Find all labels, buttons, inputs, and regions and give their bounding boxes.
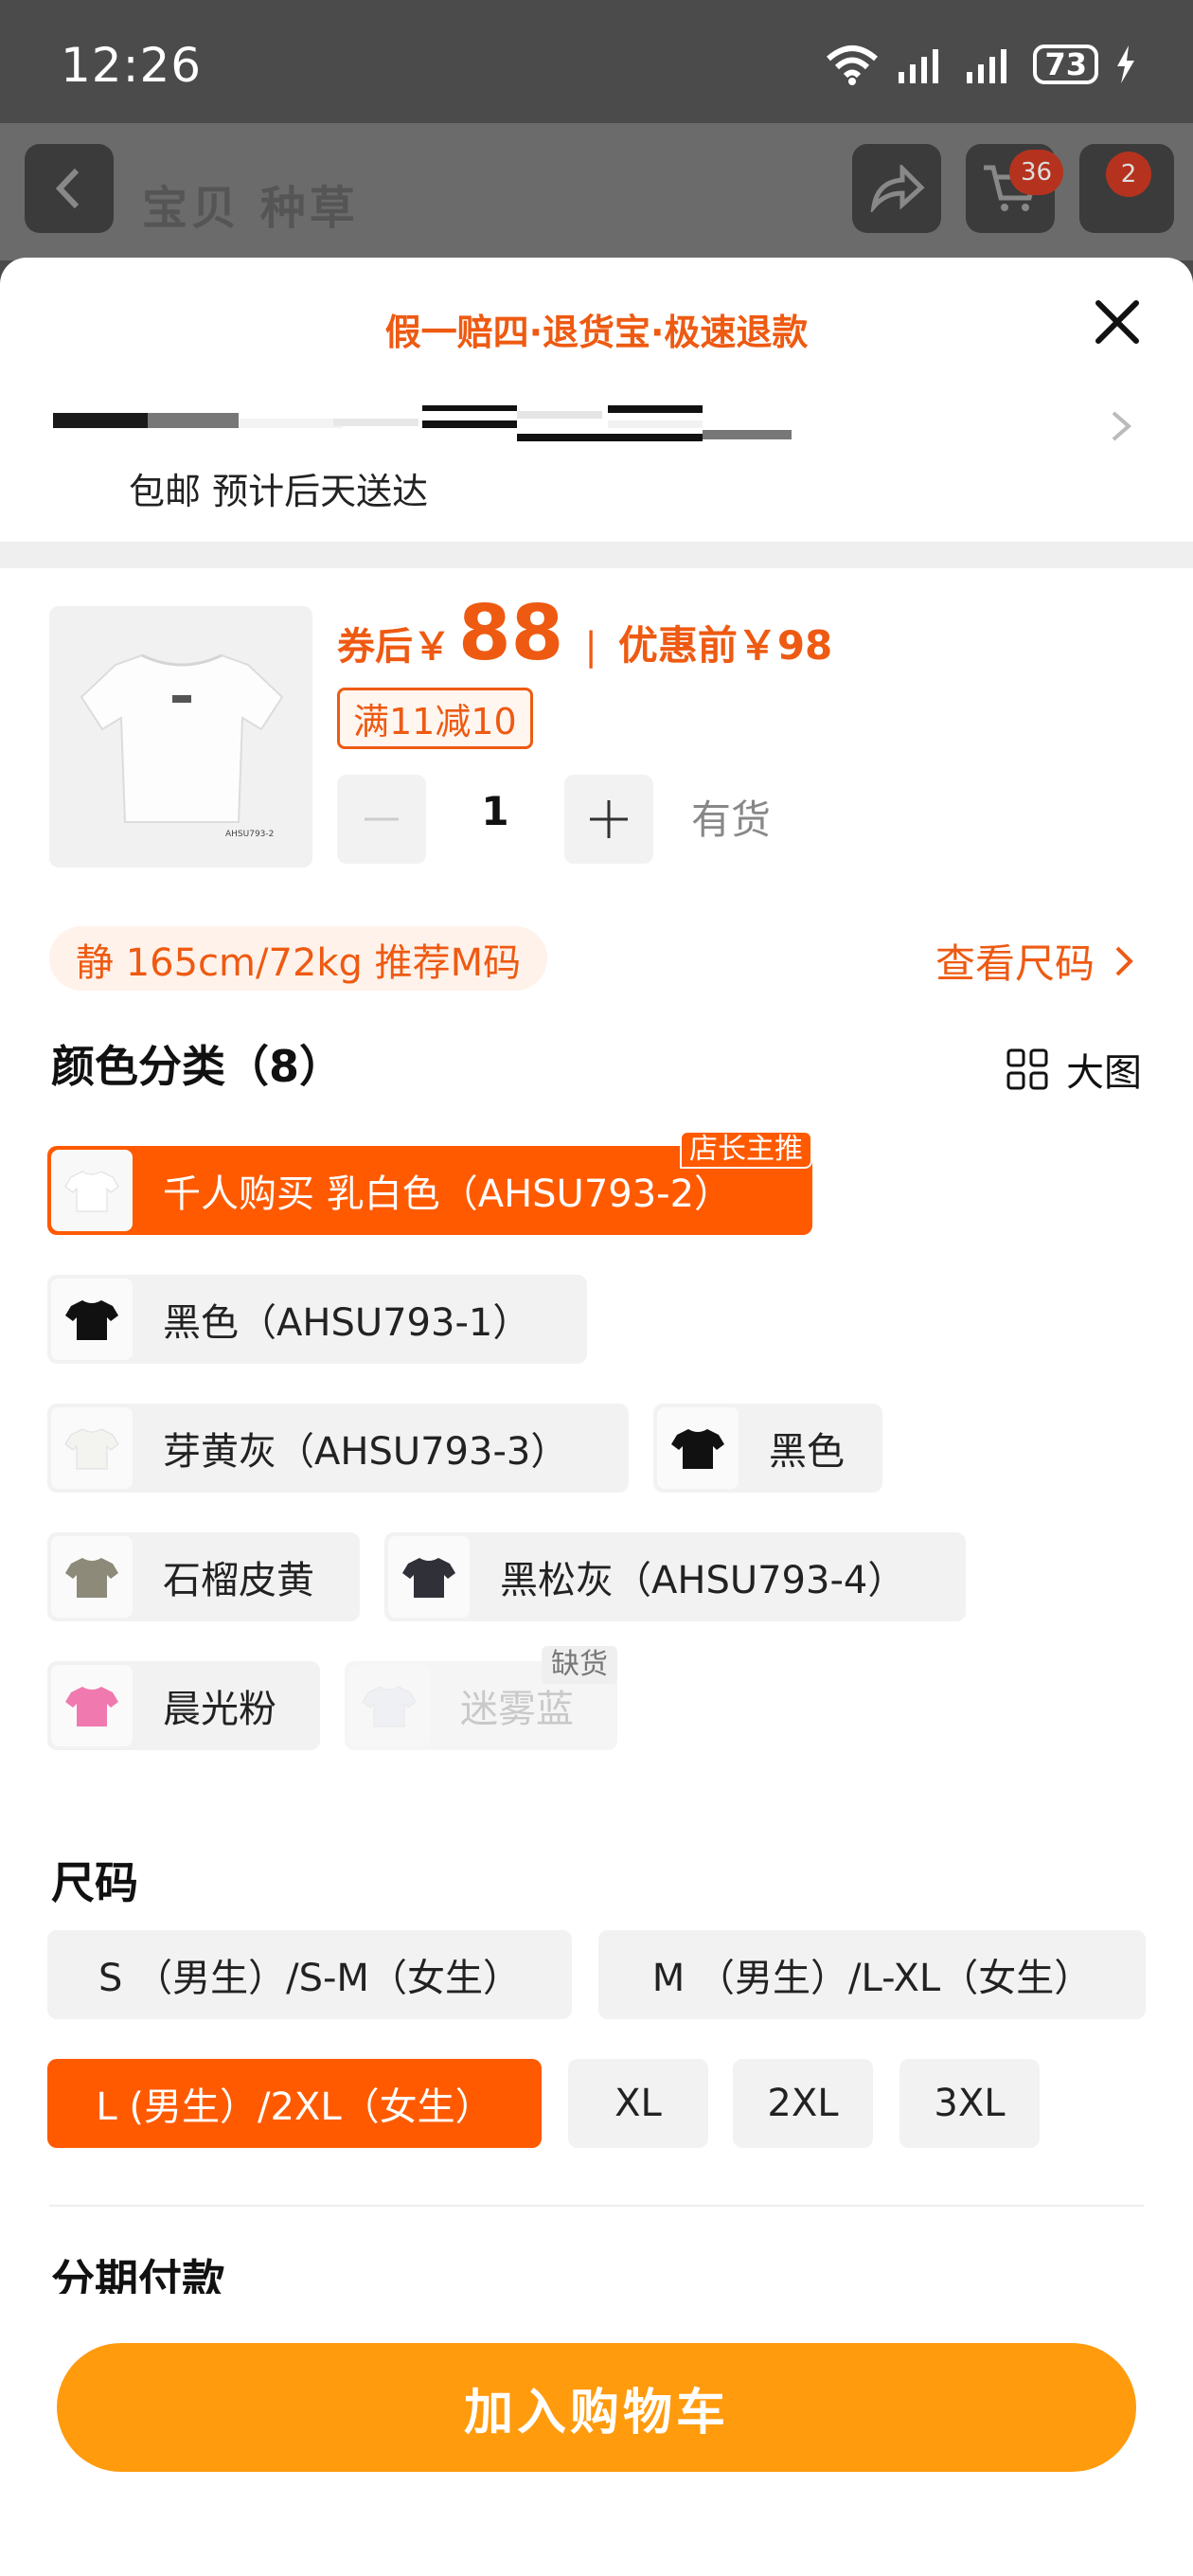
size-option-s[interactable]: S （男生）/S-M（女生） bbox=[47, 1930, 572, 2019]
swatch-shirt bbox=[65, 1558, 118, 1598]
size-option-m[interactable]: M （男生）/L-XL（女生） bbox=[598, 1930, 1146, 2019]
charging-icon bbox=[1117, 45, 1134, 83]
size-section-title: 尺码 bbox=[51, 1857, 138, 1908]
tshirt-swatch-icon bbox=[51, 1279, 133, 1360]
close-icon[interactable] bbox=[1089, 294, 1146, 350]
status-bar: 12:26 73 bbox=[0, 0, 1193, 123]
grid-icon bbox=[1006, 1048, 1048, 1090]
original-price: 优惠前￥98 bbox=[617, 622, 833, 669]
quantity-increase-button[interactable] bbox=[564, 775, 653, 864]
out-of-stock-tag: 缺货 bbox=[542, 1646, 617, 1684]
color-option-cream[interactable]: 千人购买 乳白色（AHSU793-2） 店长主推 bbox=[47, 1131, 812, 1235]
section-divider bbox=[0, 542, 1193, 568]
color-option-label: 黑色 bbox=[769, 1430, 845, 1474]
minus-icon bbox=[365, 817, 399, 821]
tshirt-image bbox=[80, 653, 284, 823]
color-option-pine-gray[interactable]: 黑松灰（AHSU793-4） bbox=[384, 1532, 966, 1621]
bottom-action-bar: 加入购物车 bbox=[0, 2294, 1193, 2576]
swatch-shirt bbox=[65, 1687, 118, 1726]
coupon-badge: 满11减10 bbox=[337, 688, 533, 749]
swatch-shirt bbox=[362, 1686, 417, 1727]
quantity-decrease-button[interactable] bbox=[337, 775, 426, 864]
tshirt-swatch-icon bbox=[51, 1536, 133, 1618]
share-button bbox=[852, 144, 941, 233]
price-row: 券后￥ 88 | 优惠前￥98 bbox=[337, 589, 832, 677]
signal-icon-2 bbox=[967, 49, 1007, 83]
color-option-label: 芽黄灰（AHSU793-3） bbox=[163, 1430, 569, 1474]
battery-indicator: 73 bbox=[1033, 45, 1098, 84]
color-option-black-2[interactable]: 黑色 bbox=[653, 1404, 882, 1493]
color-option-label: 黑色（AHSU793-1） bbox=[163, 1301, 531, 1345]
chevron-left-icon bbox=[55, 168, 80, 209]
color-option-yellow-gray[interactable]: 芽黄灰（AHSU793-3） bbox=[47, 1404, 629, 1493]
thumbnail-caption: AHSU793-2 bbox=[225, 830, 275, 839]
color-option-label: 迷雾蓝 bbox=[460, 1688, 574, 1731]
tshirt-swatch-icon bbox=[51, 1665, 133, 1746]
message-count-badge: 2 bbox=[1106, 152, 1151, 197]
size-recommendation[interactable]: 静 165cm/72kg 推荐M码 bbox=[49, 926, 548, 991]
size-option-l[interactable]: L (男生）/2XL（女生） bbox=[47, 2059, 542, 2148]
background-header: 宝贝 种草 36 2 bbox=[0, 123, 1193, 260]
size-option-xl[interactable]: XL bbox=[568, 2059, 708, 2148]
product-thumbnail[interactable]: AHSU793-2 bbox=[49, 606, 312, 868]
service-guarantee: 假一赔四·退货宝·极速退款 bbox=[384, 312, 809, 353]
size-chart-link[interactable]: 查看尺码 bbox=[935, 932, 1134, 990]
tshirt-swatch-icon bbox=[348, 1665, 430, 1746]
price-value: 88 bbox=[458, 589, 564, 677]
sku-selection-sheet: 假一赔四·退货宝·极速退款 包邮 预计后天送达 AHSU793-2 券后￥ 88… bbox=[0, 258, 1193, 2576]
status-icons: 73 bbox=[825, 44, 1136, 85]
big-image-toggle[interactable]: 大图 bbox=[1006, 1042, 1142, 1097]
chevron-right-icon[interactable] bbox=[1106, 407, 1136, 445]
color-option-label: 千人购买 乳白色（AHSU793-2） bbox=[163, 1172, 733, 1216]
add-to-cart-button[interactable]: 加入购物车 bbox=[57, 2343, 1136, 2472]
big-image-label: 大图 bbox=[1066, 1051, 1142, 1095]
color-option-pomegranate[interactable]: 石榴皮黄 bbox=[47, 1532, 360, 1621]
quantity-value[interactable]: 1 bbox=[426, 788, 564, 834]
color-option-black-1[interactable]: 黑色（AHSU793-1） bbox=[47, 1275, 587, 1364]
color-option-mist-blue[interactable]: 迷雾蓝 缺货 bbox=[345, 1646, 617, 1750]
status-time: 12:26 bbox=[61, 38, 203, 93]
swatch-shirt bbox=[402, 1558, 455, 1598]
shipping-info: 包邮 预计后天送达 bbox=[129, 471, 429, 512]
background-tabs: 宝贝 种草 bbox=[142, 182, 359, 235]
color-option-pink[interactable]: 晨光粉 bbox=[47, 1661, 320, 1750]
back-button bbox=[25, 144, 114, 233]
shop-recommended-tag: 店长主推 bbox=[680, 1131, 812, 1169]
size-option-2xl[interactable]: 2XL bbox=[733, 2059, 873, 2148]
price-separator: | bbox=[584, 625, 597, 669]
cart-count-badge: 36 bbox=[1009, 150, 1064, 195]
size-option-3xl[interactable]: 3XL bbox=[899, 2059, 1040, 2148]
price-label: 券后￥ bbox=[337, 625, 451, 669]
color-section-title: 颜色分类（8） bbox=[51, 1041, 344, 1092]
plus-icon bbox=[590, 800, 628, 838]
tshirt-swatch-icon bbox=[51, 1150, 133, 1231]
signal-icon bbox=[899, 49, 939, 83]
color-option-label: 黑松灰（AHSU793-4） bbox=[500, 1559, 906, 1602]
swatch-shirt bbox=[65, 1300, 118, 1340]
redacted-address[interactable] bbox=[53, 400, 792, 445]
color-option-label: 石榴皮黄 bbox=[163, 1559, 314, 1602]
chevron-right-icon bbox=[1115, 946, 1133, 975]
swatch-shirt bbox=[671, 1429, 724, 1469]
tshirt-swatch-icon bbox=[388, 1536, 470, 1618]
stock-status: 有货 bbox=[691, 796, 772, 843]
tshirt-swatch-icon bbox=[51, 1407, 133, 1489]
swatch-shirt bbox=[64, 1428, 119, 1470]
size-chart-label: 查看尺码 bbox=[935, 940, 1095, 987]
share-icon bbox=[870, 165, 925, 212]
wifi-icon bbox=[827, 45, 879, 85]
color-option-label: 晨光粉 bbox=[163, 1688, 276, 1731]
divider bbox=[49, 2205, 1144, 2207]
swatch-shirt bbox=[64, 1171, 119, 1212]
tshirt-swatch-icon bbox=[657, 1407, 739, 1489]
